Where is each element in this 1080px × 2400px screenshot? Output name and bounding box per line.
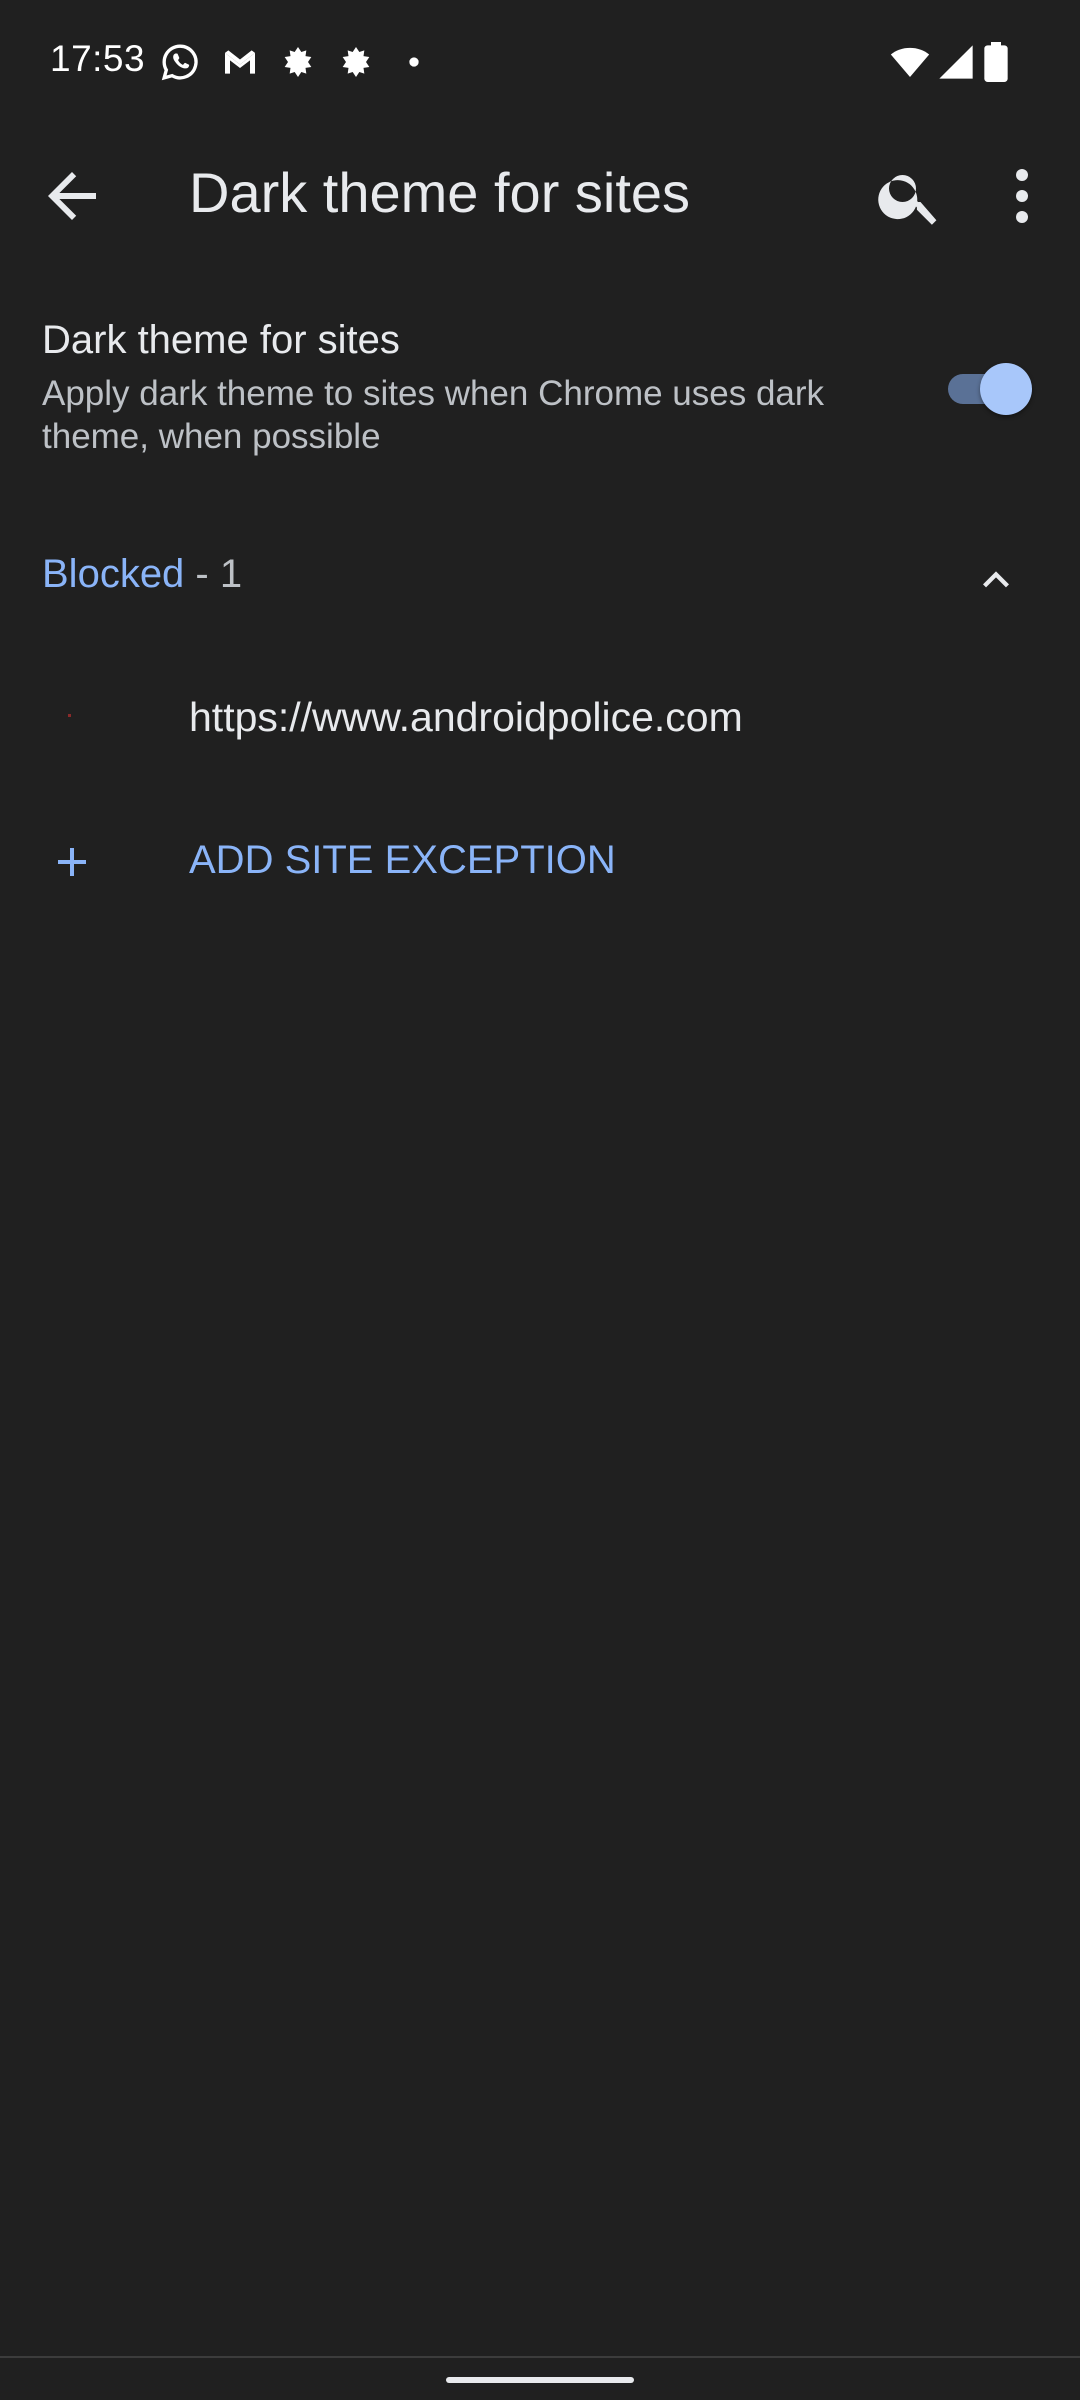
dark-theme-toggle[interactable] — [944, 358, 1032, 418]
section-title: Blocked — [42, 552, 185, 596]
more-vert-icon — [1016, 169, 1028, 223]
blocked-section-header[interactable]: Blocked - 1 — [0, 540, 1080, 614]
app-leaf-icon — [278, 42, 318, 82]
wifi-icon — [888, 42, 932, 82]
section-label: Blocked - 1 — [42, 552, 242, 597]
whatsapp-icon — [160, 42, 200, 82]
setting-title: Dark theme for sites — [42, 318, 400, 362]
page-title: Dark theme for sites — [189, 161, 691, 224]
gmail-icon — [220, 42, 260, 82]
more-options-button[interactable] — [986, 160, 1058, 232]
arrow-back-icon — [48, 172, 96, 220]
nav-divider — [0, 2356, 1080, 2358]
toggle-thumb — [980, 363, 1032, 415]
add-site-exception-label: ADD SITE EXCEPTION — [189, 838, 616, 882]
back-button[interactable] — [36, 160, 108, 232]
battery-icon — [982, 42, 1010, 82]
signal-icon — [936, 42, 976, 82]
site-url: https://www.androidpolice.com — [189, 694, 743, 740]
site-row[interactable]: https://www.androidpolice.com — [0, 676, 1080, 760]
chevron-up-icon — [970, 554, 1022, 606]
section-count: - 1 — [184, 552, 243, 596]
app-leaf-icon — [336, 42, 376, 82]
add-site-exception-button[interactable]: ADD SITE EXCEPTION — [0, 820, 1080, 904]
search-icon — [878, 175, 937, 225]
site-favicon-icon — [68, 714, 71, 717]
search-button[interactable] — [874, 160, 946, 232]
setting-summary: Apply dark theme to sites when Chrome us… — [42, 374, 825, 456]
status-time: 17:53 — [50, 38, 146, 79]
dot-icon — [400, 42, 428, 82]
plus-icon — [48, 838, 96, 886]
gesture-nav-handle[interactable] — [446, 2377, 634, 2383]
